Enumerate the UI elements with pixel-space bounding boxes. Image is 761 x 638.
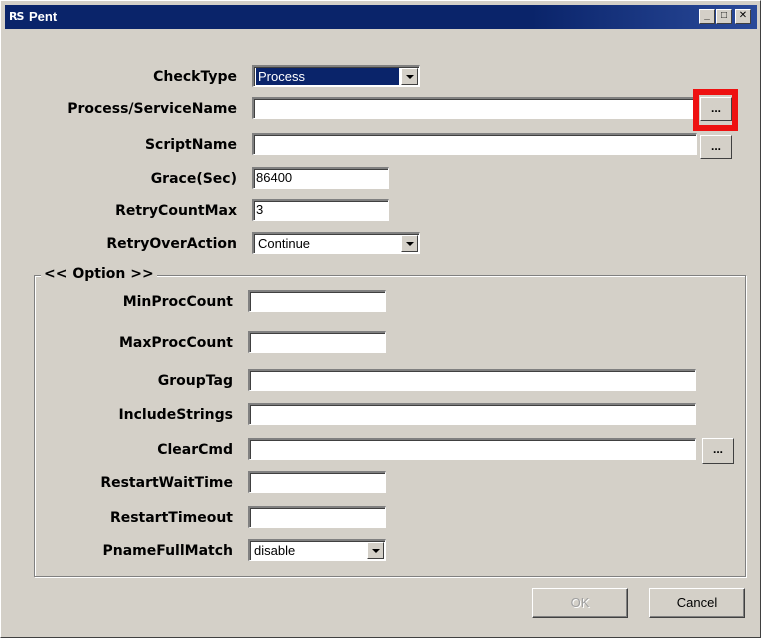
process-service-name-input[interactable] [252, 97, 697, 119]
script-name-input[interactable] [252, 133, 697, 155]
option-group [34, 275, 746, 577]
chevron-down-icon[interactable] [367, 542, 384, 559]
minimize-button[interactable]: _ [699, 9, 715, 24]
cancel-button[interactable]: Cancel [649, 588, 745, 618]
option-group-title: << Option >> [41, 265, 157, 283]
process-service-name-label: Process/ServiceName [67, 101, 237, 117]
script-name-label: ScriptName [144, 137, 237, 153]
pent-dialog: RS Pent _ □ ✕ CheckType Process Process/… [0, 0, 761, 638]
restart-wait-time-label: RestartWaitTime [100, 475, 233, 491]
highlight-box [693, 89, 738, 131]
min-proc-count-label: MinProcCount [122, 294, 233, 310]
title-bar[interactable]: RS Pent _ □ ✕ [5, 5, 757, 29]
clear-cmd-input[interactable] [248, 438, 696, 460]
grace-label: Grace(Sec) [150, 171, 237, 187]
chevron-down-icon[interactable] [401, 68, 418, 85]
clear-cmd-label: ClearCmd [157, 442, 233, 458]
check-type-label: CheckType [153, 69, 237, 85]
maximize-button[interactable]: □ [716, 9, 732, 24]
pname-full-match-select[interactable]: disable [248, 539, 386, 561]
check-type-select[interactable]: Process [252, 65, 420, 87]
retry-over-action-label: RetryOverAction [106, 236, 237, 252]
include-strings-input[interactable] [248, 403, 696, 425]
pname-full-match-label: PnameFullMatch [102, 543, 233, 559]
min-proc-count-input[interactable] [248, 290, 386, 312]
grace-input[interactable]: 86400 [252, 167, 389, 189]
retry-over-action-select[interactable]: Continue [252, 232, 420, 254]
group-tag-input[interactable] [248, 369, 696, 391]
restart-timeout-label: RestartTimeout [109, 510, 233, 526]
restart-wait-time-input[interactable] [248, 471, 386, 493]
retry-count-max-label: RetryCountMax [115, 203, 237, 219]
chevron-down-icon[interactable] [401, 235, 418, 252]
ok-button[interactable]: OK [532, 588, 628, 618]
max-proc-count-label: MaxProcCount [118, 335, 233, 351]
app-icon: RS [9, 10, 24, 23]
group-tag-label: GroupTag [157, 373, 233, 389]
window-title: Pent [29, 9, 58, 24]
retry-count-max-input[interactable]: 3 [252, 199, 389, 221]
pname-full-match-value: disable [254, 543, 296, 558]
close-button[interactable]: ✕ [735, 9, 751, 24]
restart-timeout-input[interactable] [248, 506, 386, 528]
include-strings-label: IncludeStrings [118, 407, 233, 423]
max-proc-count-input[interactable] [248, 331, 386, 353]
script-name-browse-button[interactable]: ... [700, 135, 732, 159]
check-type-value: Process [256, 68, 399, 85]
clear-cmd-browse-button[interactable]: ... [702, 438, 734, 464]
retry-over-action-value: Continue [258, 236, 311, 251]
